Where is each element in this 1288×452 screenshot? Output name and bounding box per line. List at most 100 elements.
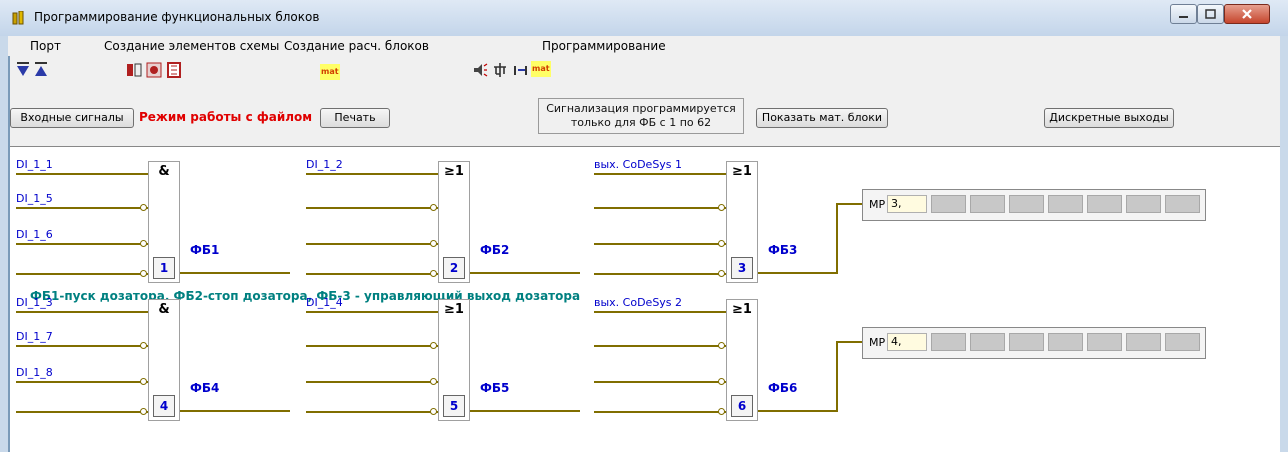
app-icon	[12, 11, 24, 25]
block-label: ФБ2	[480, 243, 510, 257]
block-operator: ≥1	[444, 302, 464, 317]
input-wire	[306, 345, 438, 347]
input-wire	[306, 381, 438, 383]
discrete-outputs-button[interactable]: Дискретные выходы	[1044, 108, 1174, 128]
mp-cell[interactable]	[1048, 333, 1083, 351]
input-signal-label[interactable]: DI_1_7	[16, 330, 53, 343]
block-number: 6	[731, 395, 753, 417]
mp-cell[interactable]	[1009, 333, 1044, 351]
inverter-circle	[140, 270, 147, 277]
inverter-circle	[140, 342, 147, 349]
inverter-circle	[430, 378, 437, 385]
print-button[interactable]: Печать	[320, 108, 390, 128]
mp-value-field[interactable]: 4,	[887, 333, 927, 351]
output-wire	[758, 272, 838, 274]
signal-note-line2: только для ФБ с 1 по 62	[570, 116, 712, 129]
input-wire	[594, 411, 726, 413]
mat-icon-2[interactable]: mat	[531, 61, 551, 77]
mp-cell[interactable]	[1126, 333, 1161, 351]
mp-output-box[interactable]: МР 3,	[862, 189, 1206, 221]
mp-cell[interactable]	[970, 195, 1005, 213]
input-signal-label[interactable]: вых. CoDeSys 1	[594, 158, 682, 171]
inverter-circle	[140, 408, 147, 415]
input-wire	[594, 273, 726, 275]
mode-label: Режим работы с файлом	[139, 110, 313, 124]
input-wire	[16, 173, 148, 175]
input-wire	[16, 243, 148, 245]
diagram-canvas: ФБ1-пуск дозатора, ФБ2-стоп дозатора, ФБ…	[10, 146, 1280, 452]
mp-cell[interactable]	[1087, 195, 1122, 213]
block-number: 1	[153, 257, 175, 279]
block-number: 4	[153, 395, 175, 417]
inverter-circle	[140, 240, 147, 247]
block-number: 3	[731, 257, 753, 279]
input-signal-label[interactable]: вых. CoDeSys 2	[594, 296, 682, 309]
inverter-circle	[430, 342, 437, 349]
input-signal-label[interactable]: DI_1_1	[16, 158, 53, 171]
mp-cell[interactable]	[1048, 195, 1083, 213]
mp-cell[interactable]	[931, 195, 966, 213]
output-wire	[180, 272, 290, 274]
close-icon	[1242, 9, 1252, 19]
mp-cell[interactable]	[1165, 333, 1200, 351]
mp-cell[interactable]	[1009, 195, 1044, 213]
maximize-button[interactable]	[1197, 4, 1224, 24]
input-wire	[594, 311, 726, 313]
mp-cell[interactable]	[931, 333, 966, 351]
input-signal-label[interactable]: DI_1_5	[16, 192, 53, 205]
inverter-circle	[718, 270, 725, 277]
mat-icon[interactable]: mat	[320, 64, 340, 80]
input-signal-label[interactable]: DI_1_4	[306, 296, 343, 309]
show-mat-blocks-button[interactable]: Показать мат. блоки	[756, 108, 888, 128]
input-wire	[306, 243, 438, 245]
menu-create-calc-blocks[interactable]: Создание расч. блоков	[284, 39, 429, 53]
close-button[interactable]	[1224, 4, 1270, 24]
mp-cell[interactable]	[1165, 195, 1200, 213]
arrow-up-icon[interactable]	[34, 62, 48, 78]
signal-note: Сигнализация программируется только для …	[538, 98, 744, 134]
inverter-circle	[430, 408, 437, 415]
mp-value-field[interactable]: 3,	[887, 195, 927, 213]
block-label: ФБ5	[480, 381, 510, 395]
input-signal-label[interactable]: DI_1_3	[16, 296, 53, 309]
mp-cell[interactable]	[1126, 195, 1161, 213]
mp-label: МР	[869, 336, 886, 349]
arrow-down-icon[interactable]	[16, 62, 30, 78]
bar-icon[interactable]	[512, 62, 528, 78]
block-icon-3[interactable]	[166, 62, 182, 78]
mp-output-box[interactable]: МР 4,	[862, 327, 1206, 359]
inverter-circle	[140, 204, 147, 211]
block-icon-2[interactable]	[146, 62, 162, 78]
tree-icon[interactable]	[492, 62, 508, 78]
input-signal-label[interactable]: DI_1_2	[306, 158, 343, 171]
menu-bar: Порт Создание элементов схемы Создание р…	[8, 36, 1280, 56]
input-wire	[306, 411, 438, 413]
speaker-icon[interactable]	[472, 62, 488, 78]
block-label: ФБ6	[768, 381, 798, 395]
output-wire	[470, 272, 580, 274]
window-title: Программирование функциональных блоков	[34, 10, 320, 24]
input-signal-label[interactable]: DI_1_8	[16, 366, 53, 379]
menu-port[interactable]: Порт	[30, 39, 61, 53]
mp-connector	[836, 341, 838, 411]
input-wire	[594, 207, 726, 209]
signal-note-line1: Сигнализация программируется	[546, 102, 736, 115]
menu-programming[interactable]: Программирование	[542, 39, 666, 53]
input-wire	[16, 207, 148, 209]
output-wire	[470, 410, 580, 412]
minimize-button[interactable]	[1170, 4, 1197, 24]
inverter-circle	[718, 204, 725, 211]
input-signal-label[interactable]: DI_1_6	[16, 228, 53, 241]
menu-create-elements[interactable]: Создание элементов схемы	[104, 39, 279, 53]
input-wire	[594, 345, 726, 347]
block-icon-1[interactable]	[126, 62, 142, 78]
inverter-circle	[718, 378, 725, 385]
output-wire	[758, 410, 838, 412]
input-signals-button[interactable]: Входные сигналы	[10, 108, 134, 128]
input-wire	[306, 207, 438, 209]
input-wire	[594, 173, 726, 175]
mp-cell[interactable]	[1087, 333, 1122, 351]
mp-cell[interactable]	[970, 333, 1005, 351]
mp-connector-h	[836, 203, 864, 205]
block-label: ФБ1	[190, 243, 220, 257]
